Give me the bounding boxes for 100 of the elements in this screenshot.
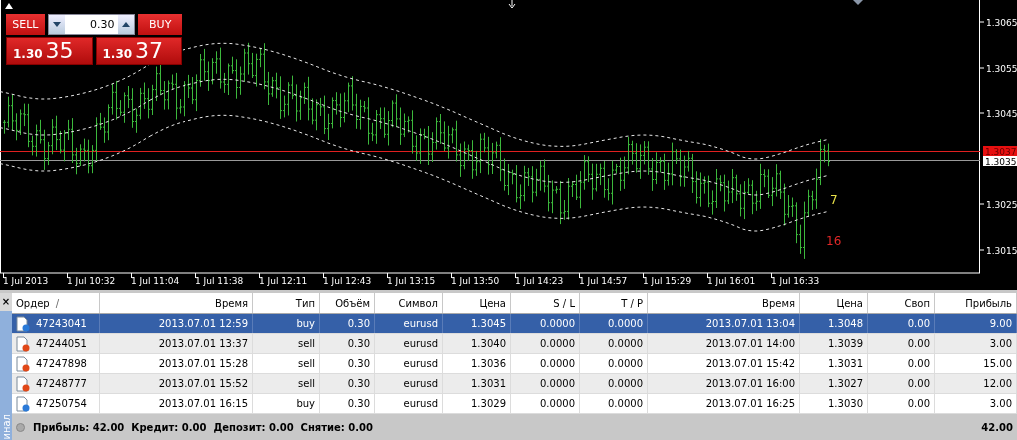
status-icon — [16, 422, 25, 432]
time-tick-label: 1 Jul 11:04 — [131, 276, 180, 286]
down-arrow-icon — [508, 0, 516, 9]
table-cell: 2013.07.01 13:04 — [648, 314, 800, 333]
order-icon — [16, 315, 30, 332]
table-cell: sell — [253, 374, 320, 393]
column-header[interactable]: Прибыль — [935, 293, 1017, 313]
time-tick-label: 1 Jul 13:15 — [387, 276, 436, 286]
column-header[interactable]: Цена — [800, 293, 868, 313]
order-row[interactable]: 47244051 2013.07.01 13:37 sell 0.30 eurusd 1.3040 0.0000 0.0000 2013.07.01 14:00 1.3039 0.00 3.00 — [12, 334, 1017, 354]
order-icon — [16, 335, 30, 352]
column-header[interactable]: Символ — [375, 293, 443, 313]
up-triangle-icon — [5, 3, 13, 9]
table-cell: 47250754 — [36, 398, 87, 409]
band-label: 16 — [826, 234, 842, 248]
time-tick-label: 1 Jul 12:11 — [259, 276, 308, 286]
time-tick-label: 1 Jul 14:23 — [515, 276, 564, 286]
table-cell: 0.0000 — [580, 354, 648, 373]
bid-price-button[interactable]: 1.30 35 — [6, 37, 93, 65]
table-cell: 2013.07.01 16:00 — [648, 374, 800, 393]
table-cell: 2013.07.01 15:28 — [100, 354, 253, 373]
table-cell: 0.00 — [868, 314, 935, 333]
account-summary: Прибыль: 42.00 Кредит: 0.00 Депозит: 0.00 Снятие: 0.00 — [33, 421, 373, 433]
ask-price-label: 1.3037 — [983, 146, 1017, 157]
buy-button[interactable]: BUY — [138, 14, 182, 35]
table-cell: 1.3031 — [443, 374, 511, 393]
volume-spinner[interactable]: 0.30 — [47, 14, 136, 35]
down-arrow-icon — [52, 22, 61, 27]
price-tick-label: 1.3025 — [986, 200, 1017, 210]
table-cell: 0.0000 — [511, 314, 580, 333]
table-cell: 2013.07.01 12:59 — [100, 314, 253, 333]
table-cell: 0.30 — [320, 334, 375, 353]
column-header[interactable]: T / P — [580, 293, 648, 313]
time-tick-label: 1 Jul 11:38 — [195, 276, 244, 286]
time-tick-label: 1 Jul 15:29 — [643, 276, 692, 286]
increase-button[interactable] — [118, 15, 135, 34]
column-header[interactable]: Объём — [320, 293, 375, 313]
table-cell: 1.3027 — [800, 374, 868, 393]
ask-price-button[interactable]: 1.30 37 — [95, 37, 182, 65]
close-button[interactable]: × — [0, 293, 12, 311]
table-cell: 3.00 — [935, 394, 1017, 413]
table-cell: 1.3029 — [443, 394, 511, 413]
table-cell: 0.0000 — [511, 374, 580, 393]
order-icon — [16, 375, 30, 392]
table-cell: 0.30 — [320, 394, 375, 413]
table-cell: 2013.07.01 14:00 — [648, 334, 800, 353]
table-cell: 1.3040 — [443, 334, 511, 353]
table-cell: 1.3036 — [443, 354, 511, 373]
order-icon — [16, 395, 30, 412]
table-cell: 12.00 — [935, 374, 1017, 393]
table-cell: sell — [253, 354, 320, 373]
column-header[interactable]: Ордер / — [12, 293, 100, 313]
table-cell: 0.0000 — [580, 374, 648, 393]
column-header[interactable]: S / L — [511, 293, 580, 313]
table-cell: 15.00 — [935, 354, 1017, 373]
total-profit: 42.00 — [981, 421, 1013, 433]
price-tick-label: 1.3065 — [986, 18, 1017, 28]
table-cell: buy — [253, 314, 320, 333]
table-cell: 2013.07.01 15:52 — [100, 374, 253, 393]
table-cell: 0.30 — [320, 314, 375, 333]
table-cell: 1.3030 — [800, 394, 868, 413]
table-cell: buy — [253, 394, 320, 413]
table-cell: 0.0000 — [511, 394, 580, 413]
decrease-button[interactable] — [48, 15, 65, 34]
table-cell: 0.0000 — [580, 394, 648, 413]
table-cell: sell — [253, 334, 320, 353]
table-cell: 0.30 — [320, 354, 375, 373]
price-tick-label: 1.3045 — [986, 109, 1017, 119]
column-header[interactable]: Время — [100, 293, 253, 313]
table-cell: eurusd — [375, 314, 443, 333]
time-tick-label: 1 Jul 12:43 — [323, 276, 372, 286]
table-cell: eurusd — [375, 354, 443, 373]
table-cell: 0.00 — [868, 354, 935, 373]
sell-button[interactable]: SELL — [6, 14, 45, 35]
table-cell: 1.3031 — [800, 354, 868, 373]
table-cell: 0.30 — [320, 374, 375, 393]
time-tick-label: 1 Jul 16:33 — [771, 276, 820, 286]
bid-price-label: 1.3035 — [983, 156, 1017, 167]
table-cell: 9.00 — [935, 314, 1017, 333]
column-header[interactable]: Время — [648, 293, 800, 313]
time-tick-label: 1 Jul 16:01 — [707, 276, 756, 286]
table-cell: 0.00 — [868, 394, 935, 413]
order-row[interactable]: 47248777 2013.07.01 15:52 sell 0.30 eurusd 1.3031 0.0000 0.0000 2013.07.01 16:00 1.3027 0.00 12.00 — [12, 374, 1017, 394]
column-header[interactable]: Цена — [443, 293, 511, 313]
time-tick-label: 1 Jul 14:57 — [579, 276, 628, 286]
up-arrow-icon — [122, 22, 131, 27]
table-cell: 1.3039 — [800, 334, 868, 353]
time-tick-label: 1 Jul 2013 — [3, 276, 49, 286]
table-cell: 1.3045 — [443, 314, 511, 333]
table-cell: 0.0000 — [511, 334, 580, 353]
table-cell: 47248777 — [36, 378, 87, 389]
table-cell: 2013.07.01 13:37 — [100, 334, 253, 353]
table-cell: 2013.07.01 16:25 — [648, 394, 800, 413]
column-header[interactable]: Своп — [868, 293, 935, 313]
table-cell: eurusd — [375, 394, 443, 413]
column-header[interactable]: Тип — [253, 293, 320, 313]
order-row[interactable]: 47243041 2013.07.01 12:59 buy 0.30 eurusd 1.3045 0.0000 0.0000 2013.07.01 13:04 1.3048 0.00 9.00 — [12, 314, 1017, 334]
table-cell: 47244051 — [36, 338, 87, 349]
time-tick-label: 1 Jul 10:32 — [67, 276, 116, 286]
table-cell: 0.0000 — [511, 354, 580, 373]
